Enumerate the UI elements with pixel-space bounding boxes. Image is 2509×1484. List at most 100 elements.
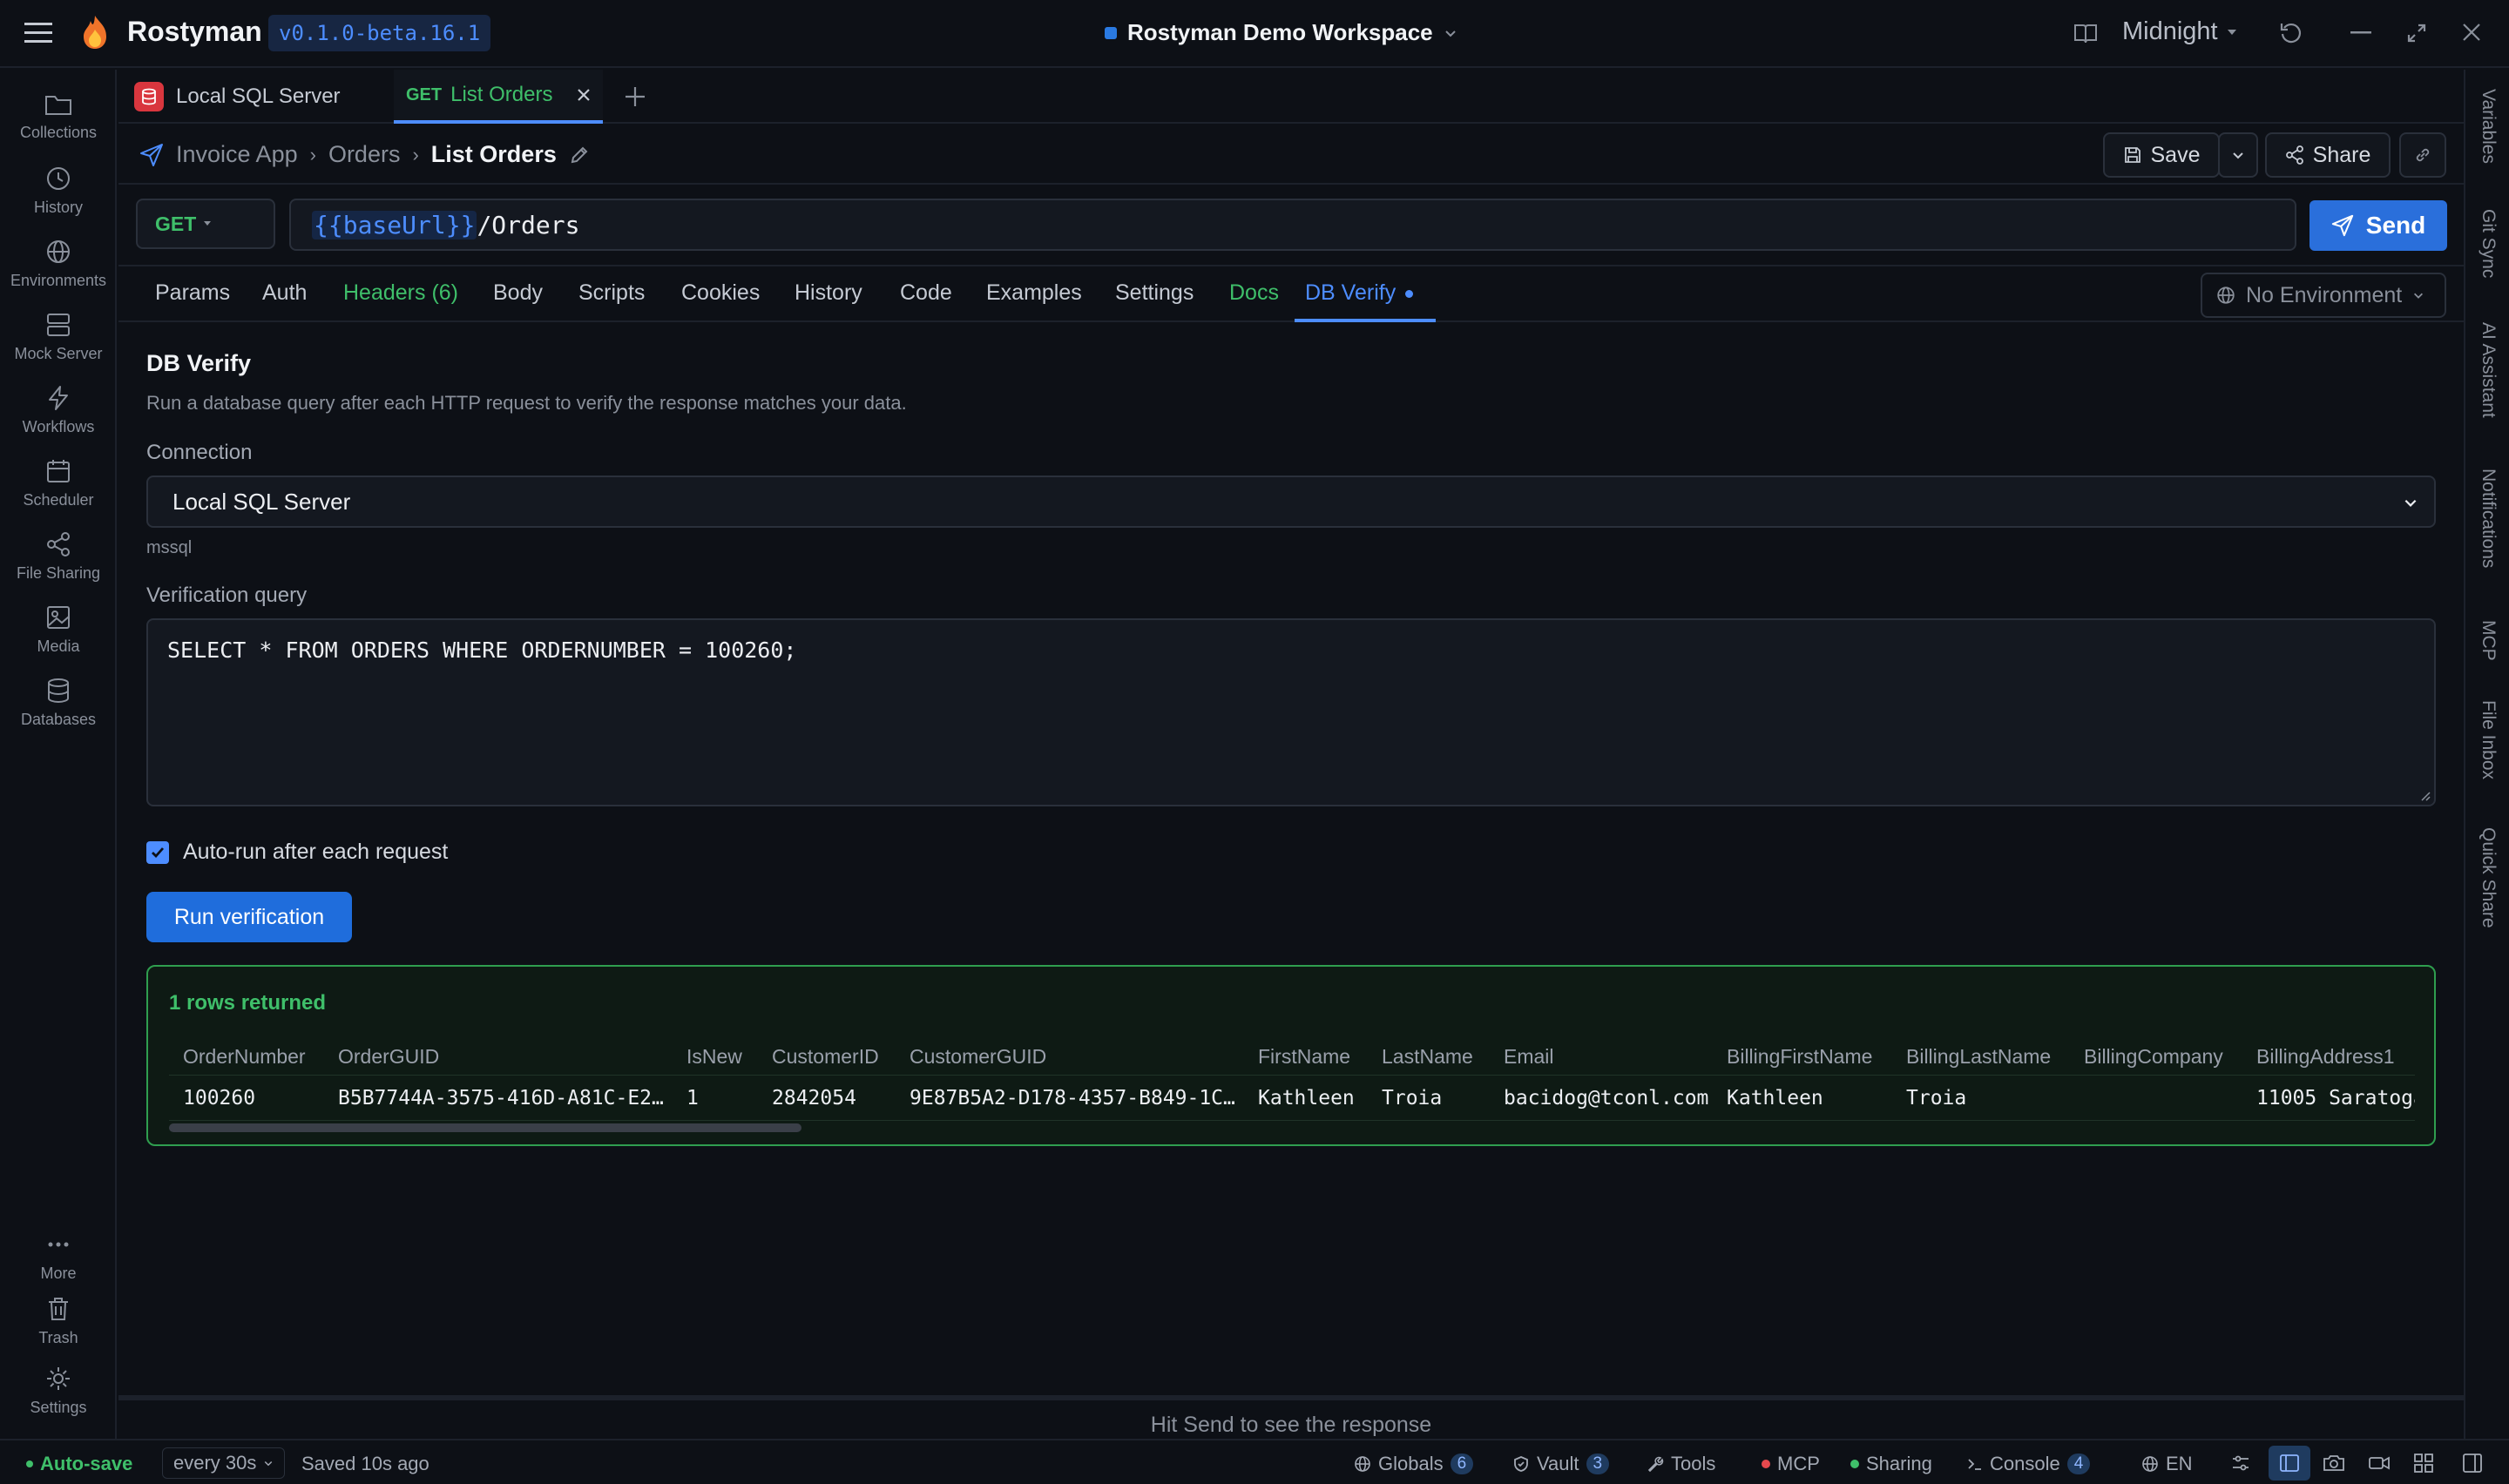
tab-cookies[interactable]: Cookies (681, 280, 760, 306)
tab-code[interactable]: Code (900, 280, 952, 306)
new-tab-plus-icon[interactable] (624, 85, 646, 108)
book-icon[interactable] (2073, 23, 2098, 45)
table-cell: 11005 Saratoga (2256, 1087, 2415, 1110)
verification-query-textarea[interactable]: SELECT * FROM ORDERS WHERE ORDERNUMBER =… (146, 618, 2436, 806)
save-icon (2123, 145, 2142, 165)
sidebar-layout-icon[interactable] (2269, 1446, 2310, 1481)
close-window-icon[interactable] (2462, 23, 2481, 42)
url-path: /Orders (477, 210, 580, 239)
table-cell: 100260 (183, 1087, 256, 1110)
refresh-icon[interactable] (2279, 21, 2303, 45)
rail-item-environments[interactable]: Environments (0, 239, 117, 308)
close-tab-icon[interactable] (576, 87, 592, 103)
breadcrumb: Invoice App › Orders › List Orders (139, 141, 590, 168)
tab-auth[interactable]: Auth (262, 280, 307, 306)
table-cell: 1 (686, 1087, 699, 1110)
rail-item-media[interactable]: Media (0, 604, 117, 674)
camera-icon[interactable] (2323, 1453, 2345, 1474)
server-icon (45, 312, 71, 338)
globals-button[interactable]: Globals 6 (1354, 1453, 1474, 1475)
resize-handle-icon[interactable] (2418, 789, 2431, 801)
tab-docs[interactable]: Docs (1229, 280, 1279, 306)
maximize-icon[interactable] (2406, 23, 2427, 44)
wrench-icon (1647, 1455, 1664, 1473)
tab-scripts[interactable]: Scripts (578, 280, 645, 306)
rail-item-settings[interactable]: Settings (0, 1366, 117, 1435)
edit-pencil-icon[interactable] (569, 145, 590, 165)
right-rail-file-inbox[interactable]: File Inbox (2478, 700, 2499, 779)
rail-label: History (33, 199, 83, 216)
breadcrumb-separator-icon: › (309, 143, 316, 165)
autosave-toggle[interactable]: Auto-save (26, 1453, 132, 1475)
vault-button[interactable]: Vault 3 (1512, 1453, 1610, 1475)
rail-item-more[interactable]: More (0, 1231, 117, 1301)
tab-body[interactable]: Body (493, 280, 543, 306)
breadcrumb-root[interactable]: Invoice App (176, 141, 298, 168)
caret-down-icon (2227, 28, 2237, 37)
tab-examples[interactable]: Examples (986, 280, 1082, 306)
workspace-selector[interactable]: Rostyman Demo Workspace (1105, 19, 1457, 46)
sliders-icon[interactable] (2230, 1453, 2251, 1474)
minimize-icon[interactable] (2350, 31, 2371, 35)
tab-db-verify[interactable]: DB Verify (1295, 268, 1436, 322)
save-options-button[interactable] (2218, 132, 2258, 178)
send-button[interactable]: Send (2309, 200, 2447, 251)
language-label: EN (2166, 1453, 2193, 1474)
col-header: OrderNumber (183, 1045, 306, 1068)
col-header: BillingLastName (1906, 1045, 2052, 1068)
grid-layout-icon[interactable] (2413, 1453, 2434, 1474)
rail-item-databases[interactable]: Databases (0, 678, 117, 747)
url-input[interactable]: {{baseUrl}} /Orders (289, 199, 2296, 251)
tab-list-orders[interactable]: GET List Orders (394, 70, 603, 124)
tab-local-sql-server[interactable]: Local SQL Server (134, 70, 396, 124)
right-rail-ai-assistant[interactable]: AI Assistant (2478, 322, 2499, 418)
breadcrumb-current: List Orders (430, 141, 557, 167)
autorun-checkbox[interactable] (146, 840, 169, 864)
sharing-status[interactable]: Sharing (1850, 1453, 1932, 1475)
right-rail-git-sync[interactable]: Git Sync (2478, 209, 2499, 278)
autorun-checkbox-row[interactable]: Auto-run after each request (146, 840, 448, 865)
copy-link-button[interactable] (2399, 132, 2446, 178)
theme-selector[interactable]: Midnight (2122, 17, 2237, 46)
tab-headers[interactable]: Headers (6) (343, 280, 458, 306)
connection-select[interactable]: Local SQL Server (146, 476, 2436, 528)
rail-item-collections[interactable]: Collections (0, 92, 117, 162)
right-rail-mcp[interactable]: MCP (2478, 620, 2499, 661)
left-rail: Collections History Environments Mock Se… (0, 70, 117, 1439)
more-icon (45, 1231, 71, 1258)
console-label: Console (1990, 1453, 2060, 1474)
environment-selector[interactable]: No Environment (2201, 273, 2446, 318)
rail-item-workflows[interactable]: Workflows (0, 385, 117, 455)
panel-description: Run a database query after each HTTP req… (146, 392, 907, 414)
breadcrumb-folder[interactable]: Orders (328, 141, 401, 168)
horizontal-scrollbar[interactable] (169, 1123, 801, 1132)
autosave-interval-select[interactable]: every 30s (162, 1447, 286, 1479)
rail-item-history[interactable]: History (0, 165, 117, 235)
right-panel-layout-icon[interactable] (2462, 1453, 2483, 1474)
response-hint: Hit Send to see the response (1150, 1413, 1432, 1437)
tab-params[interactable]: Params (155, 280, 230, 306)
save-button[interactable]: Save (2103, 132, 2220, 178)
video-icon[interactable] (2368, 1453, 2391, 1474)
rail-item-mock-server[interactable]: Mock Server (0, 312, 117, 381)
share-icon (45, 531, 71, 557)
caret-down-icon (203, 220, 212, 227)
tab-history[interactable]: History (795, 280, 862, 306)
right-rail-variables[interactable]: Variables (2478, 89, 2499, 164)
tools-button[interactable]: Tools (1647, 1453, 1715, 1475)
right-rail-notifications[interactable]: Notifications (2478, 469, 2499, 568)
rail-item-trash[interactable]: Trash (0, 1296, 117, 1366)
rail-item-file-sharing[interactable]: File Sharing (0, 531, 117, 601)
mcp-status[interactable]: MCP (1762, 1453, 1820, 1475)
share-button[interactable]: Share (2265, 132, 2391, 178)
language-selector[interactable]: EN (2141, 1453, 2193, 1475)
hamburger-menu-icon[interactable] (24, 21, 52, 45)
run-verification-button[interactable]: Run verification (146, 892, 352, 942)
rail-item-scheduler[interactable]: Scheduler (0, 458, 117, 528)
right-rail-quick-share[interactable]: Quick Share (2478, 827, 2499, 928)
method-select[interactable]: GET (136, 199, 275, 249)
console-button[interactable]: Console 4 (1967, 1453, 2091, 1475)
tab-settings[interactable]: Settings (1115, 280, 1194, 306)
version-badge: v0.1.0-beta.16.1 (268, 15, 491, 51)
mcp-label: MCP (1777, 1453, 1820, 1474)
